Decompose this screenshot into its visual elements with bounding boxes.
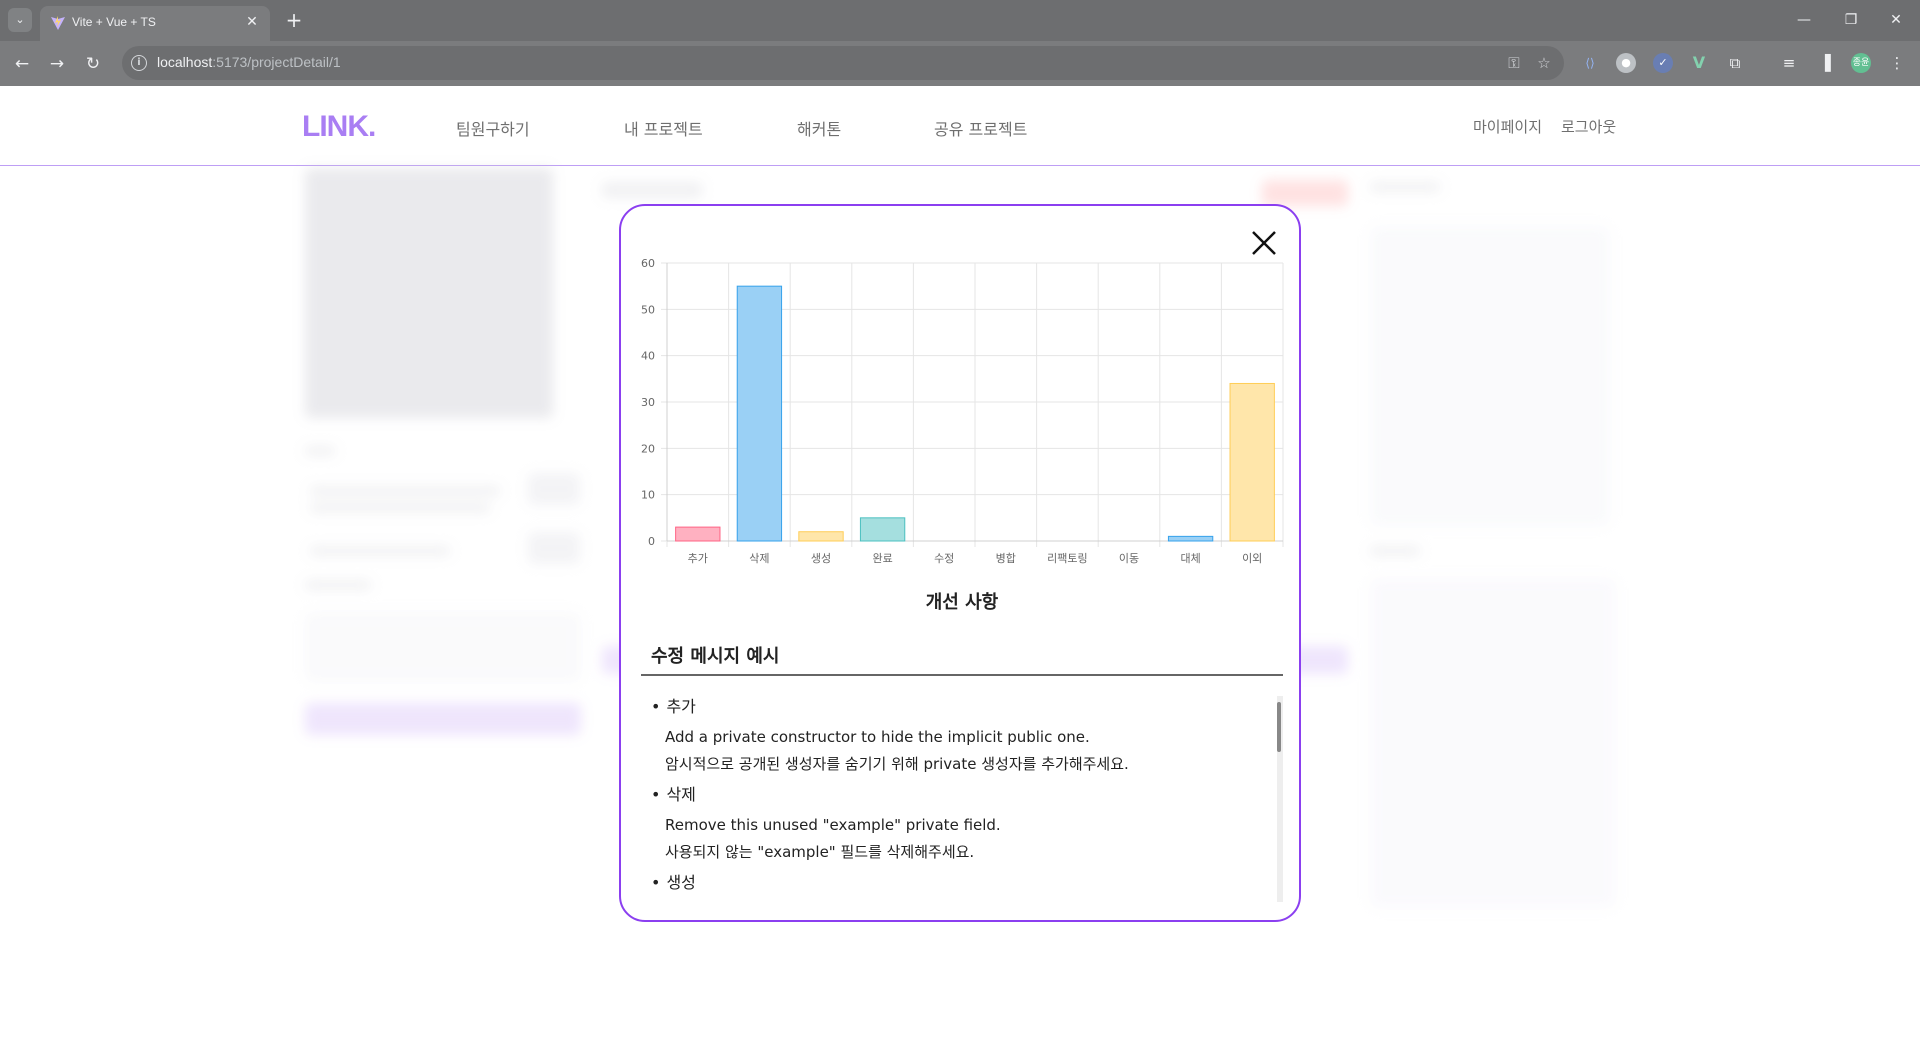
x-tick-label: 완료: [872, 552, 892, 565]
message-item: 생성: [641, 872, 1277, 894]
y-tick-label: 50: [641, 303, 655, 316]
x-tick-label: 생성: [811, 552, 831, 565]
chart-title: 개선 사항: [925, 592, 999, 613]
x-tick-label: 삭제: [749, 552, 769, 565]
section-title: 수정 메시지 예시: [651, 646, 780, 667]
improvements-modal: 0 10 20 30 40 50 60 추가 삭제 생성 완료 수정 병합 리팩토링 이동 대체 이외 개선 사…: [619, 204, 1301, 922]
message-category: 생성: [641, 872, 1277, 894]
x-tick-label: 병합: [996, 552, 1016, 565]
message-category: 추가: [641, 696, 1277, 718]
x-tick-label: 리팩토링: [1047, 552, 1087, 565]
bar: [859, 517, 906, 542]
section-divider: [641, 674, 1283, 676]
improvements-bar-chart: 0 10 20 30 40 50 60 추가 삭제 생성 완료 수정 병합 리팩토링 이동 대체 이외: [641, 257, 1284, 565]
y-tick-label: 30: [641, 396, 655, 409]
y-tick-label: 20: [641, 442, 655, 455]
message-text: 암시적으로 공개된 생성자를 숨기기 위해 private 생성자를 추가해주세…: [665, 755, 1129, 773]
y-tick-label: 10: [641, 489, 655, 502]
message-text: 사용되지 않는 "example" 필드를 삭제해주세요.: [665, 843, 975, 861]
bar: [736, 285, 783, 542]
message-category: 삭제: [641, 784, 1277, 806]
message-item: 삭제 Remove this unused "example" private f…: [641, 784, 1277, 866]
x-tick-label: 이동: [1119, 552, 1139, 565]
bar: [1229, 382, 1275, 542]
message-list[interactable]: 추가 Add a private constructor to hide the …: [641, 696, 1277, 902]
y-tick-label: 0: [648, 535, 655, 548]
bar: [798, 531, 844, 542]
bar: [1167, 535, 1214, 542]
y-tick-label: 40: [641, 350, 655, 363]
x-tick-label: 수정: [934, 552, 954, 565]
message-text: Add a private constructor to hide the im…: [665, 728, 1090, 746]
message-item: 추가 Add a private constructor to hide the …: [641, 696, 1277, 778]
scrollbar-thumb[interactable]: [1277, 702, 1281, 752]
x-tick-label: 추가: [688, 552, 708, 565]
message-scrollbar[interactable]: [1277, 696, 1283, 902]
x-tick-label: 이외: [1242, 552, 1262, 565]
message-text: Remove this unused "example" private fie…: [665, 816, 1001, 834]
y-tick-label: 60: [641, 257, 655, 270]
bar: [675, 526, 721, 542]
x-tick-label: 대체: [1180, 552, 1200, 565]
